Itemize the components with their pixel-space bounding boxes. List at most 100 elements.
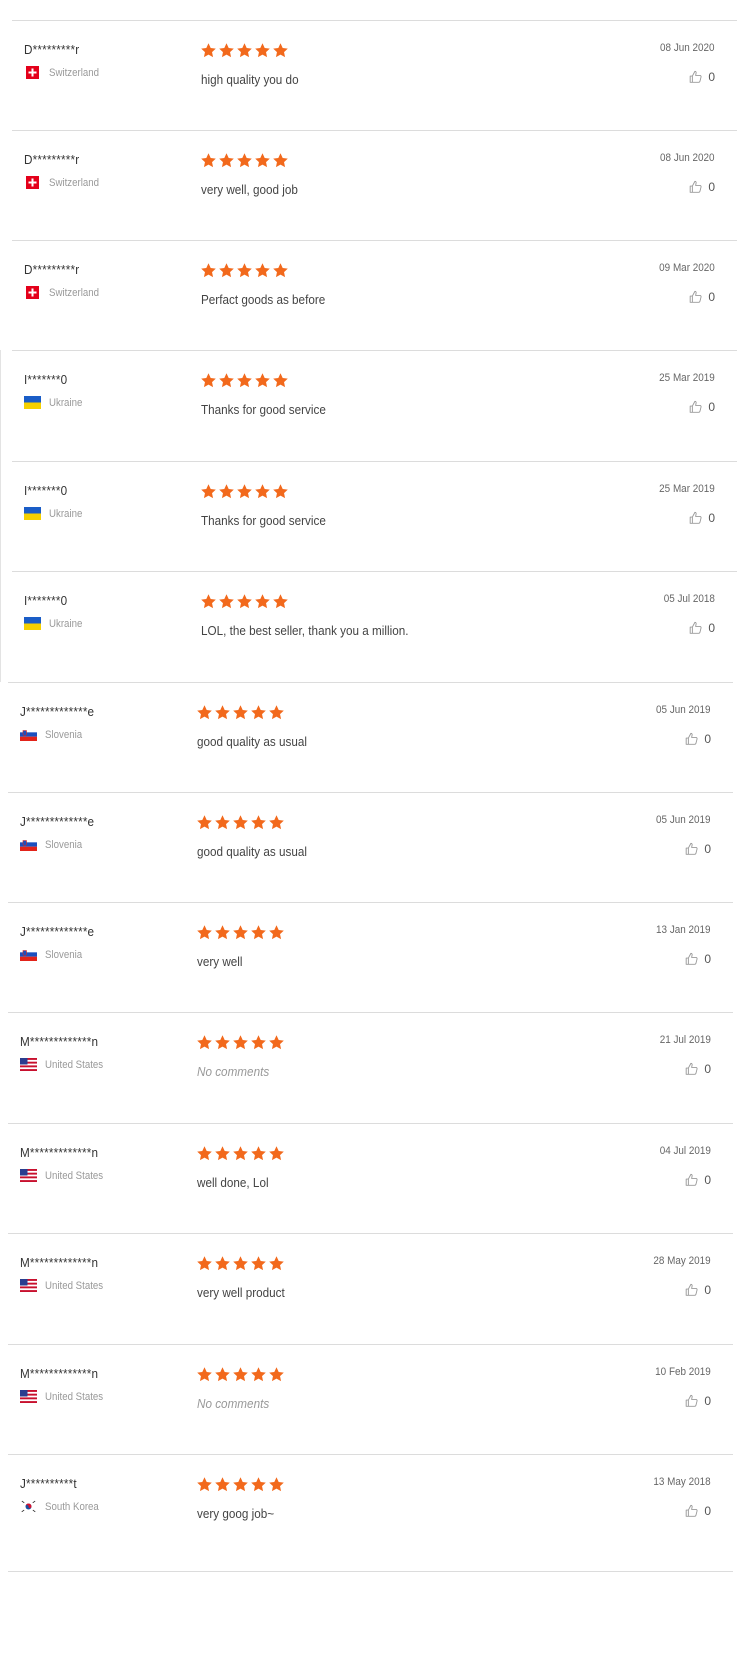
reviewer-country: Slovenia — [20, 728, 87, 741]
country-name: Ukraine — [49, 507, 83, 520]
usa-flag-icon — [20, 1279, 37, 1292]
thumbs-up-icon — [688, 289, 703, 305]
thumbs-up-icon — [684, 1503, 699, 1519]
review-item: M*************n United States No comments 1… — [8, 1344, 733, 1462]
star-icon — [214, 704, 231, 721]
star-icon — [232, 814, 249, 831]
review-item: J**********t South Korea very goog job~ 13 … — [8, 1454, 733, 1572]
helpful-button[interactable]: 0 — [688, 289, 715, 305]
review-date: 05 Jun 2019 — [656, 814, 711, 826]
review-comment: well done, Lol — [197, 1175, 269, 1190]
star-icon — [254, 152, 271, 169]
reviewer-name: I*******0 — [24, 372, 68, 387]
review-item: J*************e Slovenia good quality as u… — [8, 792, 733, 910]
helpful-button[interactable]: 0 — [684, 1393, 711, 1409]
thumbs-up-icon — [684, 1282, 699, 1298]
helpful-button[interactable]: 0 — [684, 841, 711, 857]
reviewer-country: United States — [20, 1169, 111, 1182]
like-count: 0 — [704, 1062, 711, 1076]
star-icon — [254, 593, 271, 610]
review-date: 13 May 2018 — [653, 1476, 711, 1488]
star-icon — [250, 1476, 267, 1493]
star-icon — [218, 262, 235, 279]
helpful-button[interactable]: 0 — [684, 731, 711, 747]
star-icon — [272, 483, 289, 500]
review-item: D*********r Switzerland high quality you d… — [12, 20, 737, 138]
country-name: Switzerland — [49, 66, 100, 79]
star-icon — [196, 1366, 213, 1383]
star-icon — [250, 814, 267, 831]
country-name: Slovenia — [45, 948, 83, 961]
like-count: 0 — [708, 290, 715, 304]
helpful-button[interactable]: 0 — [688, 620, 715, 636]
star-rating — [196, 1366, 286, 1383]
thumbs-up-icon — [684, 1393, 699, 1409]
review-comment: Thanks for good service — [201, 402, 326, 417]
star-icon — [268, 924, 285, 941]
helpful-button[interactable]: 0 — [684, 1172, 711, 1188]
star-icon — [272, 262, 289, 279]
star-icon — [268, 1255, 285, 1272]
helpful-button[interactable]: 0 — [684, 1503, 711, 1519]
star-rating — [200, 483, 290, 500]
helpful-button[interactable]: 0 — [684, 1061, 711, 1077]
helpful-button[interactable]: 0 — [688, 179, 715, 195]
star-icon — [250, 1255, 267, 1272]
thumbs-up-icon — [684, 841, 699, 857]
ukraine-flag-icon — [24, 396, 41, 409]
like-count: 0 — [704, 842, 711, 856]
switzerland-flag-icon — [24, 176, 41, 189]
star-icon — [236, 152, 253, 169]
reviewer-country: Switzerland — [24, 66, 106, 79]
thumbs-up-icon — [684, 951, 699, 967]
helpful-button[interactable]: 0 — [688, 399, 715, 415]
review-comment: LOL, the best seller, thank you a millio… — [201, 623, 409, 638]
slovenia-flag-icon — [20, 838, 37, 851]
star-icon — [272, 42, 289, 59]
reviewer-name: I*******0 — [24, 593, 68, 608]
review-item: J*************e Slovenia very well 13 Jan 2… — [8, 902, 733, 1020]
star-icon — [236, 593, 253, 610]
like-count: 0 — [708, 180, 715, 194]
star-icon — [196, 814, 213, 831]
star-icon — [196, 1476, 213, 1493]
star-icon — [254, 483, 271, 500]
thumbs-up-icon — [684, 1172, 699, 1188]
country-name: Ukraine — [49, 396, 83, 409]
reviewer-name: D*********r — [24, 42, 80, 57]
review-item: I*******0 Ukraine Thanks for good service 2… — [12, 461, 737, 579]
star-icon — [250, 1145, 267, 1162]
thumbs-up-icon — [688, 510, 703, 526]
reviewer-name: M*************n — [20, 1255, 99, 1270]
star-icon — [196, 1034, 213, 1051]
review-item: M*************n United States No comments 2… — [8, 1012, 733, 1130]
slovenia-flag-icon — [20, 948, 37, 961]
star-icon — [232, 1255, 249, 1272]
star-rating — [200, 262, 290, 279]
star-icon — [250, 924, 267, 941]
star-icon — [236, 372, 253, 389]
star-icon — [272, 593, 289, 610]
star-icon — [218, 593, 235, 610]
like-count: 0 — [704, 1504, 711, 1518]
star-icon — [272, 152, 289, 169]
reviewer-name: J*************e — [20, 924, 95, 939]
star-rating — [196, 1034, 286, 1051]
helpful-button[interactable]: 0 — [684, 951, 711, 967]
south-korea-flag-icon — [20, 1500, 37, 1513]
helpful-button[interactable]: 0 — [688, 69, 715, 85]
star-icon — [214, 1476, 231, 1493]
reviewer-country: Ukraine — [24, 507, 87, 520]
review-comment: very well, good job — [201, 182, 298, 197]
review-comment: very well — [197, 954, 243, 969]
star-icon — [214, 1145, 231, 1162]
star-icon — [254, 262, 271, 279]
star-icon — [218, 42, 235, 59]
reviewer-name: M*************n — [20, 1034, 99, 1049]
review-date: 08 Jun 2020 — [660, 152, 715, 164]
star-icon — [250, 1366, 267, 1383]
ukraine-flag-icon — [24, 617, 41, 630]
helpful-button[interactable]: 0 — [688, 510, 715, 526]
helpful-button[interactable]: 0 — [684, 1282, 711, 1298]
like-count: 0 — [708, 511, 715, 525]
